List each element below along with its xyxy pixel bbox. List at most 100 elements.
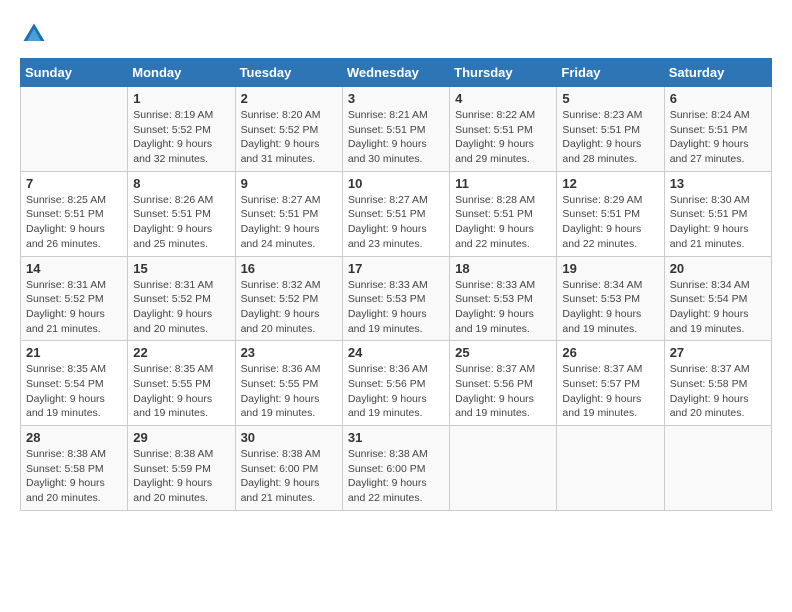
day-number: 29 <box>133 430 229 445</box>
day-info: Sunrise: 8:34 AM Sunset: 5:54 PM Dayligh… <box>670 278 766 337</box>
day-number: 2 <box>241 91 337 106</box>
calendar-week-row: 7 Sunrise: 8:25 AM Sunset: 5:51 PM Dayli… <box>21 171 772 256</box>
calendar-cell: 4 Sunrise: 8:22 AM Sunset: 5:51 PM Dayli… <box>450 87 557 172</box>
calendar-cell: 19 Sunrise: 8:34 AM Sunset: 5:53 PM Dayl… <box>557 256 664 341</box>
calendar-week-row: 28 Sunrise: 8:38 AM Sunset: 5:58 PM Dayl… <box>21 426 772 511</box>
day-info: Sunrise: 8:38 AM Sunset: 5:58 PM Dayligh… <box>26 447 122 506</box>
calendar-cell: 11 Sunrise: 8:28 AM Sunset: 5:51 PM Dayl… <box>450 171 557 256</box>
day-number: 28 <box>26 430 122 445</box>
calendar-header: SundayMondayTuesdayWednesdayThursdayFrid… <box>21 59 772 87</box>
day-number: 13 <box>670 176 766 191</box>
day-number: 23 <box>241 345 337 360</box>
calendar-cell: 24 Sunrise: 8:36 AM Sunset: 5:56 PM Dayl… <box>342 341 449 426</box>
logo-icon <box>20 20 48 48</box>
day-number: 5 <box>562 91 658 106</box>
day-info: Sunrise: 8:37 AM Sunset: 5:57 PM Dayligh… <box>562 362 658 421</box>
day-number: 31 <box>348 430 444 445</box>
day-number: 21 <box>26 345 122 360</box>
calendar-cell: 23 Sunrise: 8:36 AM Sunset: 5:55 PM Dayl… <box>235 341 342 426</box>
calendar-cell: 16 Sunrise: 8:32 AM Sunset: 5:52 PM Dayl… <box>235 256 342 341</box>
weekday-header: Friday <box>557 59 664 87</box>
calendar-cell: 21 Sunrise: 8:35 AM Sunset: 5:54 PM Dayl… <box>21 341 128 426</box>
day-info: Sunrise: 8:32 AM Sunset: 5:52 PM Dayligh… <box>241 278 337 337</box>
calendar-cell: 12 Sunrise: 8:29 AM Sunset: 5:51 PM Dayl… <box>557 171 664 256</box>
day-info: Sunrise: 8:21 AM Sunset: 5:51 PM Dayligh… <box>348 108 444 167</box>
day-number: 8 <box>133 176 229 191</box>
calendar-cell: 1 Sunrise: 8:19 AM Sunset: 5:52 PM Dayli… <box>128 87 235 172</box>
calendar-cell: 7 Sunrise: 8:25 AM Sunset: 5:51 PM Dayli… <box>21 171 128 256</box>
day-number: 20 <box>670 261 766 276</box>
calendar-cell: 5 Sunrise: 8:23 AM Sunset: 5:51 PM Dayli… <box>557 87 664 172</box>
calendar-cell: 6 Sunrise: 8:24 AM Sunset: 5:51 PM Dayli… <box>664 87 771 172</box>
day-info: Sunrise: 8:33 AM Sunset: 5:53 PM Dayligh… <box>348 278 444 337</box>
calendar-cell <box>21 87 128 172</box>
page-header <box>20 20 772 48</box>
calendar-cell: 25 Sunrise: 8:37 AM Sunset: 5:56 PM Dayl… <box>450 341 557 426</box>
day-info: Sunrise: 8:29 AM Sunset: 5:51 PM Dayligh… <box>562 193 658 252</box>
day-number: 14 <box>26 261 122 276</box>
day-info: Sunrise: 8:27 AM Sunset: 5:51 PM Dayligh… <box>241 193 337 252</box>
day-number: 9 <box>241 176 337 191</box>
day-number: 24 <box>348 345 444 360</box>
day-number: 3 <box>348 91 444 106</box>
day-info: Sunrise: 8:24 AM Sunset: 5:51 PM Dayligh… <box>670 108 766 167</box>
calendar-cell: 17 Sunrise: 8:33 AM Sunset: 5:53 PM Dayl… <box>342 256 449 341</box>
day-number: 6 <box>670 91 766 106</box>
day-number: 4 <box>455 91 551 106</box>
day-info: Sunrise: 8:31 AM Sunset: 5:52 PM Dayligh… <box>133 278 229 337</box>
weekday-header: Saturday <box>664 59 771 87</box>
calendar-cell <box>557 426 664 511</box>
day-number: 30 <box>241 430 337 445</box>
day-number: 16 <box>241 261 337 276</box>
calendar-cell <box>450 426 557 511</box>
day-info: Sunrise: 8:19 AM Sunset: 5:52 PM Dayligh… <box>133 108 229 167</box>
day-number: 18 <box>455 261 551 276</box>
calendar-cell: 18 Sunrise: 8:33 AM Sunset: 5:53 PM Dayl… <box>450 256 557 341</box>
day-number: 22 <box>133 345 229 360</box>
weekday-header: Tuesday <box>235 59 342 87</box>
calendar-week-row: 1 Sunrise: 8:19 AM Sunset: 5:52 PM Dayli… <box>21 87 772 172</box>
calendar-cell: 8 Sunrise: 8:26 AM Sunset: 5:51 PM Dayli… <box>128 171 235 256</box>
day-number: 17 <box>348 261 444 276</box>
weekday-header: Wednesday <box>342 59 449 87</box>
calendar-cell: 27 Sunrise: 8:37 AM Sunset: 5:58 PM Dayl… <box>664 341 771 426</box>
calendar-cell: 9 Sunrise: 8:27 AM Sunset: 5:51 PM Dayli… <box>235 171 342 256</box>
day-number: 10 <box>348 176 444 191</box>
day-number: 1 <box>133 91 229 106</box>
calendar-cell: 14 Sunrise: 8:31 AM Sunset: 5:52 PM Dayl… <box>21 256 128 341</box>
calendar-cell: 30 Sunrise: 8:38 AM Sunset: 6:00 PM Dayl… <box>235 426 342 511</box>
day-number: 12 <box>562 176 658 191</box>
weekday-row: SundayMondayTuesdayWednesdayThursdayFrid… <box>21 59 772 87</box>
calendar-cell: 13 Sunrise: 8:30 AM Sunset: 5:51 PM Dayl… <box>664 171 771 256</box>
day-info: Sunrise: 8:20 AM Sunset: 5:52 PM Dayligh… <box>241 108 337 167</box>
calendar-cell: 15 Sunrise: 8:31 AM Sunset: 5:52 PM Dayl… <box>128 256 235 341</box>
day-info: Sunrise: 8:30 AM Sunset: 5:51 PM Dayligh… <box>670 193 766 252</box>
calendar-cell: 22 Sunrise: 8:35 AM Sunset: 5:55 PM Dayl… <box>128 341 235 426</box>
calendar-week-row: 14 Sunrise: 8:31 AM Sunset: 5:52 PM Dayl… <box>21 256 772 341</box>
day-number: 26 <box>562 345 658 360</box>
calendar-cell: 20 Sunrise: 8:34 AM Sunset: 5:54 PM Dayl… <box>664 256 771 341</box>
day-info: Sunrise: 8:31 AM Sunset: 5:52 PM Dayligh… <box>26 278 122 337</box>
day-info: Sunrise: 8:37 AM Sunset: 5:58 PM Dayligh… <box>670 362 766 421</box>
day-info: Sunrise: 8:22 AM Sunset: 5:51 PM Dayligh… <box>455 108 551 167</box>
day-number: 27 <box>670 345 766 360</box>
day-info: Sunrise: 8:35 AM Sunset: 5:54 PM Dayligh… <box>26 362 122 421</box>
calendar-cell: 28 Sunrise: 8:38 AM Sunset: 5:58 PM Dayl… <box>21 426 128 511</box>
day-number: 11 <box>455 176 551 191</box>
day-info: Sunrise: 8:27 AM Sunset: 5:51 PM Dayligh… <box>348 193 444 252</box>
calendar-cell: 3 Sunrise: 8:21 AM Sunset: 5:51 PM Dayli… <box>342 87 449 172</box>
weekday-header: Monday <box>128 59 235 87</box>
day-info: Sunrise: 8:36 AM Sunset: 5:56 PM Dayligh… <box>348 362 444 421</box>
day-info: Sunrise: 8:38 AM Sunset: 6:00 PM Dayligh… <box>348 447 444 506</box>
calendar-cell: 26 Sunrise: 8:37 AM Sunset: 5:57 PM Dayl… <box>557 341 664 426</box>
day-info: Sunrise: 8:37 AM Sunset: 5:56 PM Dayligh… <box>455 362 551 421</box>
calendar-cell: 29 Sunrise: 8:38 AM Sunset: 5:59 PM Dayl… <box>128 426 235 511</box>
day-number: 7 <box>26 176 122 191</box>
day-info: Sunrise: 8:23 AM Sunset: 5:51 PM Dayligh… <box>562 108 658 167</box>
logo <box>20 20 52 48</box>
calendar-cell: 2 Sunrise: 8:20 AM Sunset: 5:52 PM Dayli… <box>235 87 342 172</box>
weekday-header: Thursday <box>450 59 557 87</box>
day-info: Sunrise: 8:25 AM Sunset: 5:51 PM Dayligh… <box>26 193 122 252</box>
day-info: Sunrise: 8:36 AM Sunset: 5:55 PM Dayligh… <box>241 362 337 421</box>
weekday-header: Sunday <box>21 59 128 87</box>
